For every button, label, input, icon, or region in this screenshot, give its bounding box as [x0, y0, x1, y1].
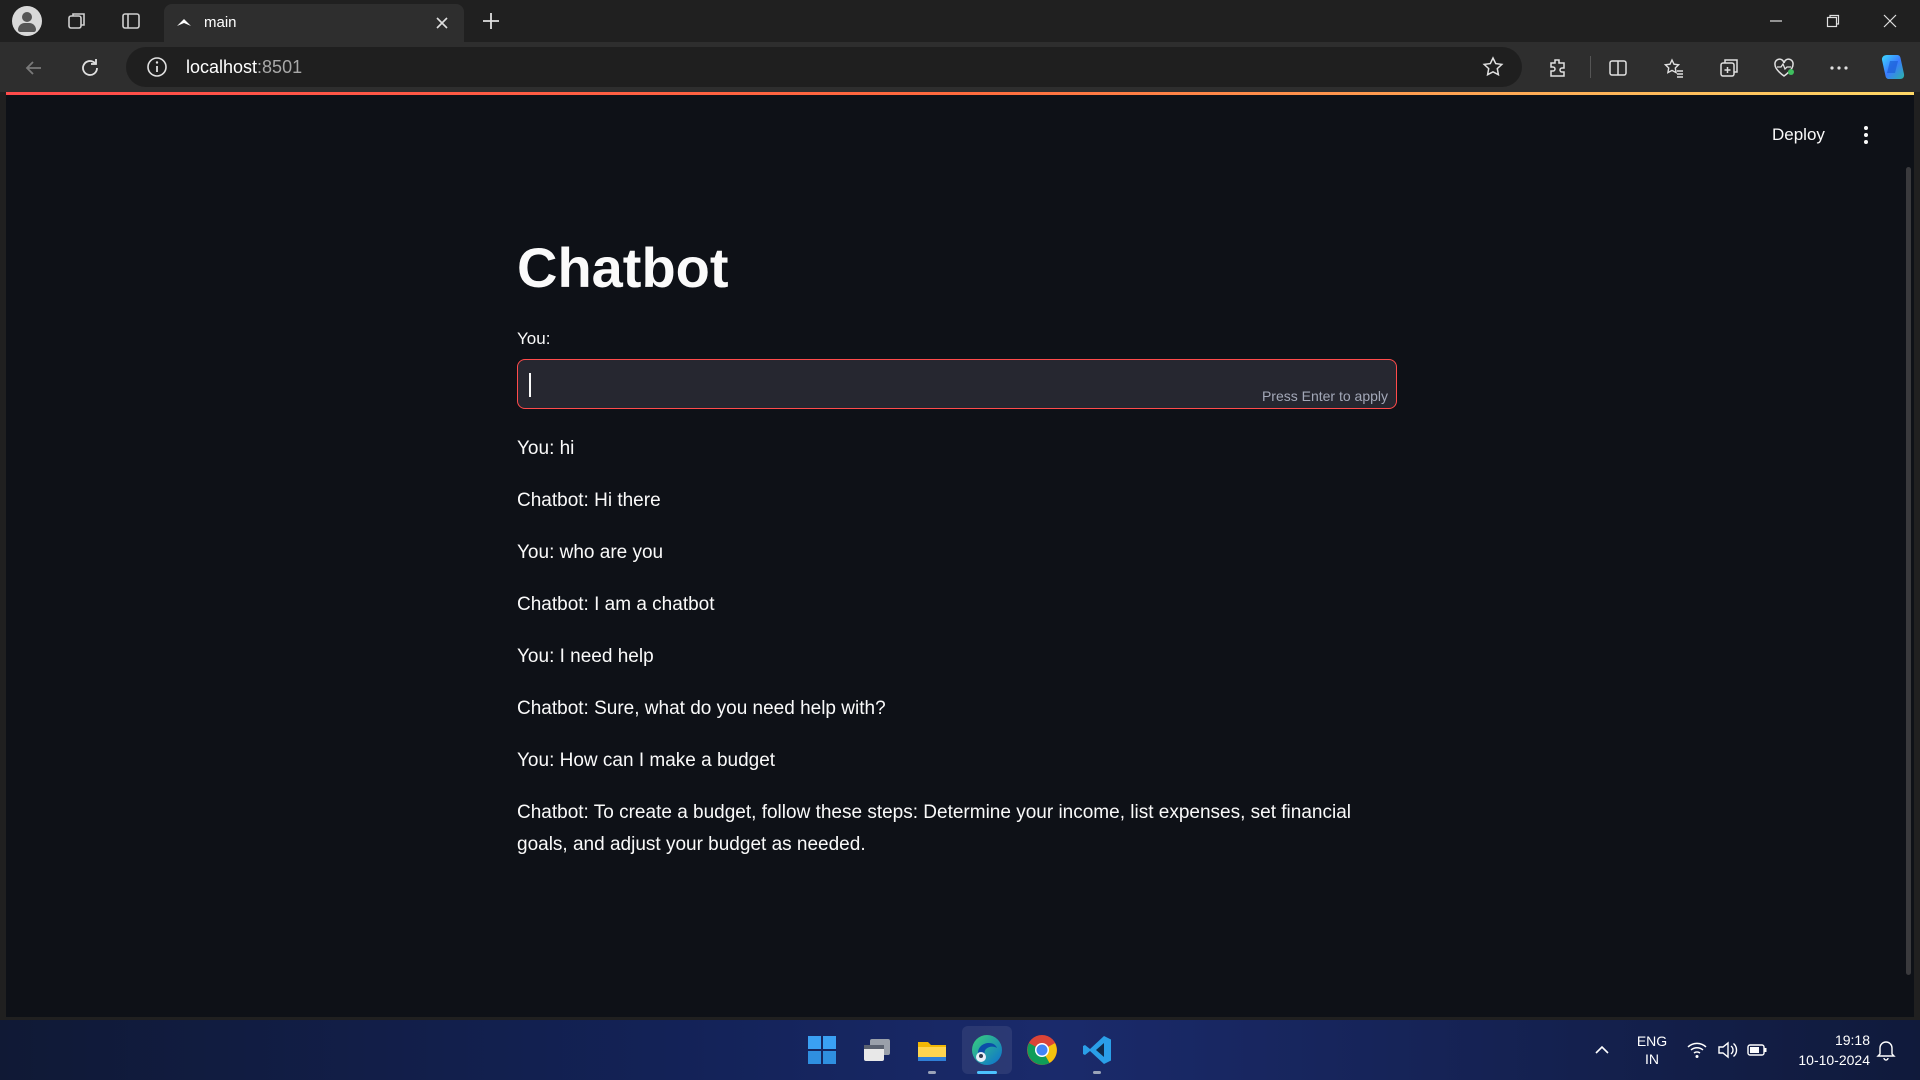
show-hidden-icons-icon[interactable]: [1590, 1038, 1614, 1062]
chat-message: You: How can I make a budget: [517, 750, 776, 771]
tab-title: main: [204, 14, 237, 31]
back-icon[interactable]: [20, 54, 48, 82]
chrome-icon[interactable]: [1022, 1030, 1062, 1070]
chat-message: You: I need help: [517, 646, 654, 667]
streamlit-favicon-icon: [177, 19, 191, 26]
chat-input[interactable]: [528, 368, 1228, 400]
browser-tab[interactable]: main: [164, 4, 464, 42]
active-indicator: [977, 1071, 997, 1074]
toolbar-divider: [1590, 56, 1591, 78]
copilot-icon[interactable]: [1878, 52, 1908, 82]
tab-strip: main: [0, 0, 1920, 42]
edge-icon[interactable]: [967, 1030, 1007, 1074]
notifications-bell-icon[interactable]: [1874, 1038, 1898, 1062]
battery-icon[interactable]: [1745, 1038, 1769, 1062]
deploy-button[interactable]: Deploy: [1772, 125, 1825, 145]
windows-taskbar: ENG IN 19:18 10-10-2024: [0, 1020, 1920, 1080]
minimize-icon[interactable]: [1748, 0, 1804, 42]
refresh-icon[interactable]: [76, 54, 104, 82]
volume-icon[interactable]: [1715, 1038, 1739, 1062]
language-code: ENG: [1636, 1033, 1668, 1049]
file-explorer-icon[interactable]: [912, 1030, 952, 1074]
task-view-icon[interactable]: [857, 1030, 897, 1070]
chat-message: Chatbot: I am a chatbot: [517, 594, 715, 615]
running-indicator: [1093, 1071, 1101, 1074]
clock-date: 10-10-2024: [1798, 1052, 1870, 1068]
chat-message: You: hi: [517, 438, 575, 459]
page-scrollbar[interactable]: [1906, 167, 1911, 975]
text-cursor: [529, 373, 531, 397]
favorite-star-icon[interactable]: [1482, 56, 1504, 78]
favorites-icon[interactable]: [1660, 54, 1688, 82]
workspaces-icon[interactable]: [62, 8, 92, 34]
input-hint: Press Enter to apply: [1261, 388, 1388, 404]
running-indicator: [928, 1071, 936, 1074]
split-screen-icon[interactable]: [1604, 54, 1632, 82]
page-title: Chatbot: [517, 236, 729, 299]
close-window-icon[interactable]: [1862, 0, 1918, 42]
clock-time: 19:18: [1834, 1032, 1870, 1048]
chat-message: Chatbot: To create a budget, follow thes…: [517, 802, 1351, 855]
chat-input-field[interactable]: Press Enter to apply: [517, 359, 1397, 409]
chat-message: Chatbot: Sure, what do you need help wit…: [517, 698, 886, 719]
browser-essentials-icon[interactable]: [1770, 54, 1798, 82]
new-tab-icon[interactable]: [478, 8, 504, 34]
collections-icon[interactable]: [1715, 54, 1743, 82]
extensions-icon[interactable]: [1544, 54, 1572, 82]
chat-history: You: hi Chatbot: Hi there You: who are y…: [517, 433, 1397, 881]
page-viewport: Deploy Chatbot You: Press Enter to apply…: [6, 95, 1914, 1017]
system-clock[interactable]: 19:18 10-10-2024: [1780, 1030, 1870, 1070]
restore-icon[interactable]: [1805, 0, 1861, 42]
browser-toolbar: localhost:8501: [0, 42, 1920, 92]
chat-message: You: who are you: [517, 542, 664, 563]
region-code: IN: [1645, 1051, 1659, 1067]
url-text: localhost:8501: [186, 57, 303, 77]
input-label: You:: [517, 329, 551, 348]
vertical-tabs-icon[interactable]: [116, 8, 146, 34]
chat-message: Chatbot: Hi there: [517, 490, 661, 511]
profile-avatar-icon[interactable]: [12, 6, 42, 36]
language-indicator[interactable]: ENG IN: [1630, 1032, 1674, 1068]
more-options-icon[interactable]: [1825, 54, 1853, 82]
windows-start-icon[interactable]: [802, 1030, 842, 1070]
vscode-icon[interactable]: [1077, 1030, 1117, 1074]
close-tab-icon[interactable]: [432, 13, 452, 33]
wifi-icon[interactable]: [1685, 1038, 1709, 1062]
address-bar[interactable]: localhost:8501: [126, 47, 1522, 87]
site-info-icon[interactable]: [146, 56, 168, 78]
main-menu-icon[interactable]: [1860, 123, 1872, 147]
